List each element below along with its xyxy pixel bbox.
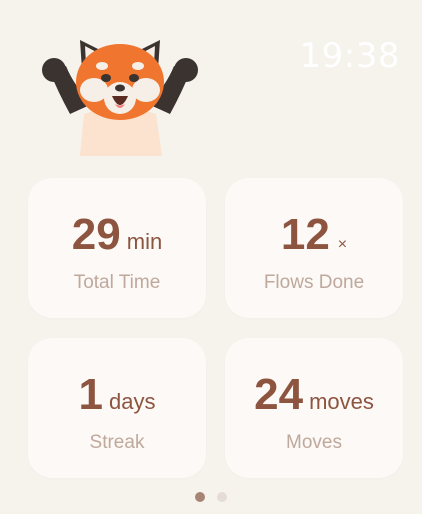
red-panda-mascot-icon [40, 28, 200, 158]
stat-value: 1 [78, 370, 103, 419]
stat-label: Flows Done [263, 272, 365, 293]
stat-unit: × [337, 236, 348, 253]
stat-unit: days [109, 389, 156, 414]
stat-unit: min [126, 229, 163, 254]
page-dot-inactive[interactable] [217, 492, 227, 502]
status-time: 19:38 [299, 36, 400, 76]
stat-card-flows-done: 12 × Flows Done [225, 178, 403, 318]
stat-label: Streak [89, 432, 145, 453]
stat-card-moves: 24 moves Moves [225, 338, 403, 478]
page-dot-active[interactable] [195, 492, 205, 502]
stat-unit: moves [309, 389, 374, 414]
stat-value: 12 [280, 210, 330, 259]
stat-value: 29 [71, 210, 121, 259]
stat-card-streak: 1 days Streak [28, 338, 206, 478]
stat-card-total-time: 29 min Total Time [28, 178, 206, 318]
stat-label: Total Time [73, 272, 161, 293]
stat-value: 24 [254, 370, 304, 419]
stat-label: Moves [286, 432, 342, 453]
page-indicator [0, 492, 422, 502]
